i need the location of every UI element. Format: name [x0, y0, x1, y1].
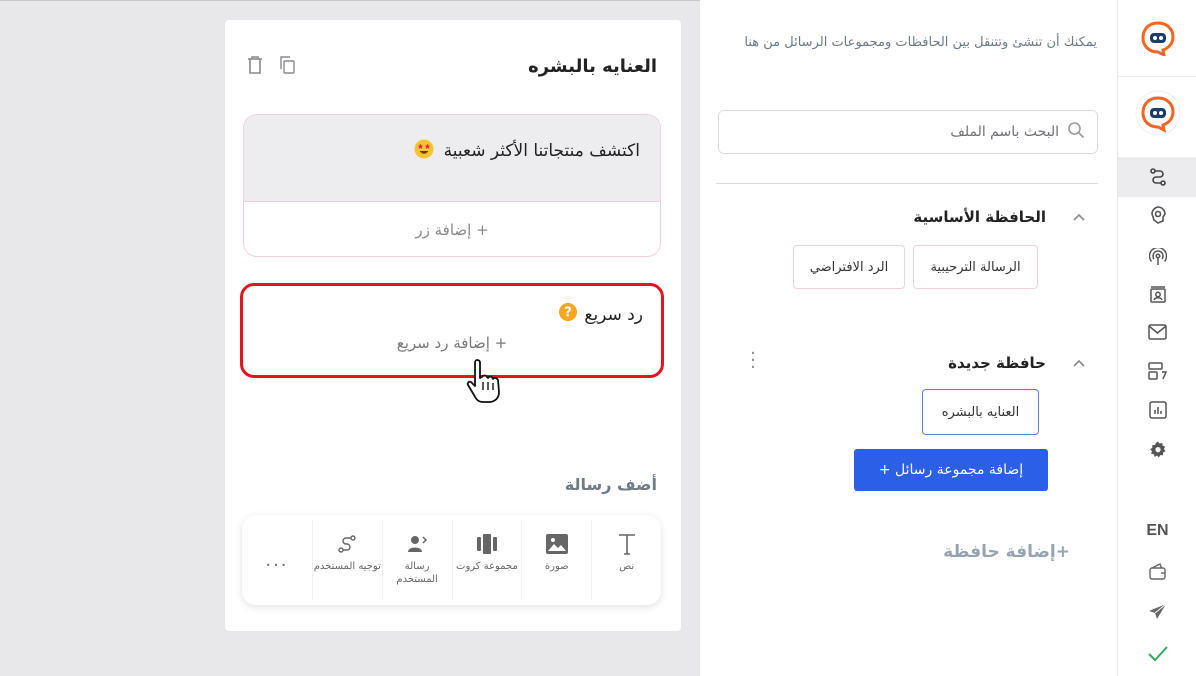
- search-input[interactable]: البحث باسم الملف: [718, 110, 1098, 154]
- send-icon[interactable]: [1118, 603, 1196, 620]
- folders-panel: يمكنك أن تنشئ وتتنقل بين الحافظات ومجموع…: [700, 0, 1117, 676]
- icon-rail: EN: [1117, 0, 1196, 676]
- page-title: العنايه بالبشره: [528, 56, 657, 77]
- tool-text-label: نص: [619, 561, 635, 572]
- folder-title-new[interactable]: حافظة جديدة: [948, 354, 1046, 372]
- search-placeholder: البحث باسم الملف: [950, 124, 1059, 140]
- more-tools-button[interactable]: ...: [242, 520, 312, 600]
- settings-icon[interactable]: [1118, 441, 1196, 459]
- star-eyes-emoji-icon: [414, 139, 434, 164]
- route-icon: [338, 532, 356, 556]
- trash-icon[interactable]: [247, 56, 263, 78]
- check-icon[interactable]: [1118, 645, 1196, 663]
- search-icon: [1067, 121, 1085, 143]
- folder-item-welcome[interactable]: الرسالة الترحيبية: [913, 245, 1038, 289]
- hand-cursor-icon: [465, 358, 505, 408]
- tool-text[interactable]: نص: [591, 520, 661, 600]
- analytics-icon[interactable]: [1118, 401, 1196, 419]
- rail-divider: [1118, 76, 1196, 77]
- flow-icon[interactable]: [1118, 168, 1196, 186]
- chevron-up-icon[interactable]: [1073, 356, 1085, 370]
- brain-gear-icon[interactable]: [1118, 205, 1196, 225]
- tool-route-user-label: توجيه المستخدم: [313, 561, 381, 572]
- help-icon[interactable]: ?: [558, 302, 578, 327]
- carousel-icon: [475, 532, 499, 556]
- add-message-heading: أضف رسالة: [564, 475, 657, 494]
- wallet-icon[interactable]: [1118, 563, 1196, 580]
- add-button-button[interactable]: + إضافة زر: [244, 201, 660, 256]
- message-type-toolbar: نص صورة مجموعة كروت رسالة المستخدم توجيه…: [242, 515, 661, 605]
- kebab-menu-icon[interactable]: · · ·: [748, 345, 758, 377]
- duplicate-icon[interactable]: [279, 56, 295, 78]
- contacts-icon[interactable]: [1118, 286, 1196, 304]
- bot-avatar-icon[interactable]: [1118, 90, 1196, 136]
- tool-image[interactable]: صورة: [521, 520, 591, 600]
- bot-logo-icon[interactable]: [1118, 20, 1196, 56]
- text-icon: [617, 532, 637, 556]
- add-folder-button[interactable]: +إضافة حافظة: [910, 542, 1070, 562]
- add-quick-reply-button[interactable]: + إضافة رد سريع: [243, 334, 661, 352]
- message-text[interactable]: اكتشف منتجاتنا الأكثر شعبية: [444, 141, 640, 161]
- language-toggle[interactable]: EN: [1118, 522, 1196, 540]
- tool-carousel-label: مجموعة كروت: [456, 561, 518, 572]
- broadcast-icon[interactable]: [1118, 248, 1196, 266]
- panel-divider: [716, 183, 1098, 184]
- tool-route-user[interactable]: توجيه المستخدم: [311, 520, 382, 600]
- quick-reply-header: رد سريع ?: [558, 302, 643, 327]
- card-actions: [247, 56, 295, 78]
- tool-user-message-label: رسالة المستخدم: [396, 561, 438, 585]
- add-message-group-button[interactable]: إضافة مجموعة رسائل +: [854, 449, 1048, 491]
- tool-image-label: صورة: [544, 561, 569, 572]
- quick-reply-section: رد سريع ? + إضافة رد سريع: [240, 283, 664, 378]
- folder-title-main[interactable]: الحافظة الأساسية: [913, 208, 1046, 226]
- panel-intro-text: يمكنك أن تنشئ وتتنقل بين الحافظات ومجموع…: [744, 35, 1097, 50]
- folder-item-skincare[interactable]: العنايه بالبشره: [922, 389, 1039, 435]
- user-message-icon: [407, 532, 428, 556]
- image-icon: [545, 532, 568, 556]
- message-text-row[interactable]: اكتشف منتجاتنا الأكثر شعبية: [244, 115, 660, 201]
- templates-icon[interactable]: [1118, 362, 1196, 380]
- quick-reply-title: رد سريع: [584, 304, 643, 325]
- inbox-icon[interactable]: [1118, 324, 1196, 340]
- folder-item-default-reply[interactable]: الرد الافتراضي: [793, 245, 905, 289]
- chevron-up-icon[interactable]: [1073, 210, 1085, 224]
- tool-carousel[interactable]: مجموعة كروت: [451, 520, 522, 600]
- svg-text:?: ?: [565, 306, 573, 321]
- message-editor-card: العنايه بالبشره اكتشف منتجاتنا الأكثر شع…: [225, 20, 681, 631]
- message-bubble[interactable]: اكتشف منتجاتنا الأكثر شعبية + إضافة زر: [243, 114, 661, 257]
- tool-user-message[interactable]: رسالة المستخدم: [381, 520, 452, 600]
